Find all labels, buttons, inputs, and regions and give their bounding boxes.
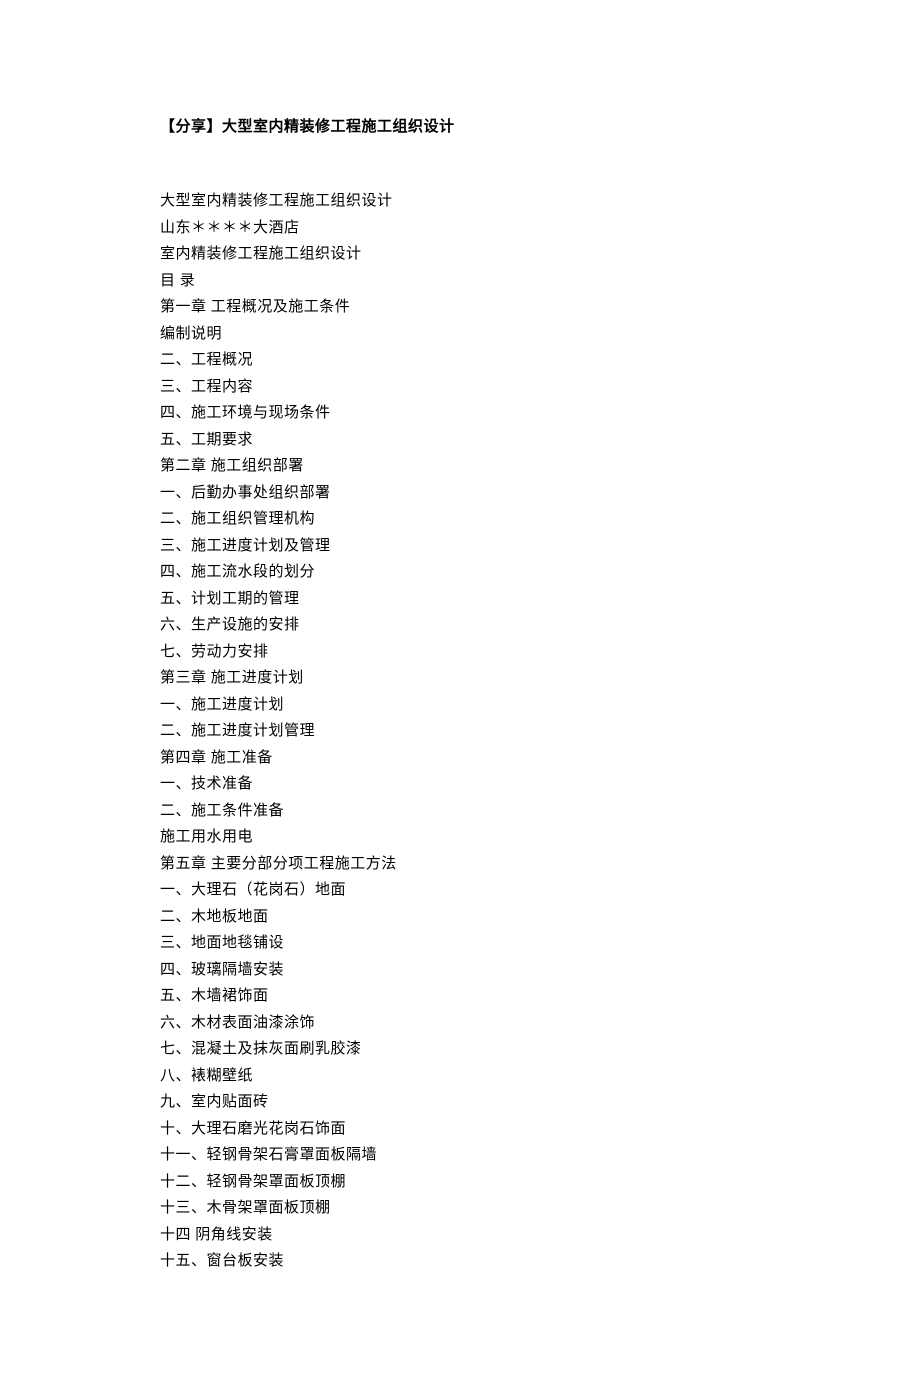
text-line: 编制说明 <box>160 321 760 348</box>
text-line: 第三章 施工进度计划 <box>160 665 760 692</box>
text-line: 十四 阴角线安装 <box>160 1222 760 1249</box>
text-line: 八、裱糊壁纸 <box>160 1063 760 1090</box>
text-line: 六、生产设施的安排 <box>160 612 760 639</box>
text-line: 第四章 施工准备 <box>160 745 760 772</box>
text-line: 四、施工环境与现场条件 <box>160 400 760 427</box>
text-line: 十、大理石磨光花岗石饰面 <box>160 1116 760 1143</box>
text-line: 三、工程内容 <box>160 374 760 401</box>
text-line: 第五章 主要分部分项工程施工方法 <box>160 851 760 878</box>
text-line: 五、计划工期的管理 <box>160 586 760 613</box>
text-line: 目 录 <box>160 268 760 295</box>
document-body: 大型室内精装修工程施工组织设计山东＊＊＊＊大酒店室内精装修工程施工组织设计目 录… <box>160 188 760 1275</box>
text-line: 十二、轻钢骨架罩面板顶棚 <box>160 1169 760 1196</box>
document-page: 【分享】大型室内精装修工程施工组织设计 大型室内精装修工程施工组织设计山东＊＊＊… <box>0 0 920 1375</box>
text-line: 十一、轻钢骨架石膏罩面板隔墙 <box>160 1142 760 1169</box>
text-line: 一、施工进度计划 <box>160 692 760 719</box>
text-line: 二、施工条件准备 <box>160 798 760 825</box>
text-line: 十三、木骨架罩面板顶棚 <box>160 1195 760 1222</box>
text-line: 山东＊＊＊＊大酒店 <box>160 215 760 242</box>
text-line: 二、施工进度计划管理 <box>160 718 760 745</box>
text-line: 第二章 施工组织部署 <box>160 453 760 480</box>
text-line: 四、玻璃隔墙安装 <box>160 957 760 984</box>
text-line: 六、木材表面油漆涂饰 <box>160 1010 760 1037</box>
text-line: 一、大理石（花岗石）地面 <box>160 877 760 904</box>
text-line: 五、工期要求 <box>160 427 760 454</box>
text-line: 一、技术准备 <box>160 771 760 798</box>
text-line: 二、工程概况 <box>160 347 760 374</box>
text-line: 二、施工组织管理机构 <box>160 506 760 533</box>
document-title: 【分享】大型室内精装修工程施工组织设计 <box>160 115 760 136</box>
text-line: 十五、窗台板安装 <box>160 1248 760 1275</box>
text-line: 三、施工进度计划及管理 <box>160 533 760 560</box>
text-line: 第一章 工程概况及施工条件 <box>160 294 760 321</box>
text-line: 一、后勤办事处组织部署 <box>160 480 760 507</box>
text-line: 四、施工流水段的划分 <box>160 559 760 586</box>
text-line: 施工用水用电 <box>160 824 760 851</box>
text-line: 七、混凝土及抹灰面刷乳胶漆 <box>160 1036 760 1063</box>
text-line: 七、劳动力安排 <box>160 639 760 666</box>
text-line: 九、室内贴面砖 <box>160 1089 760 1116</box>
text-line: 室内精装修工程施工组织设计 <box>160 241 760 268</box>
text-line: 大型室内精装修工程施工组织设计 <box>160 188 760 215</box>
text-line: 三、地面地毯铺设 <box>160 930 760 957</box>
text-line: 二、木地板地面 <box>160 904 760 931</box>
text-line: 五、木墙裙饰面 <box>160 983 760 1010</box>
